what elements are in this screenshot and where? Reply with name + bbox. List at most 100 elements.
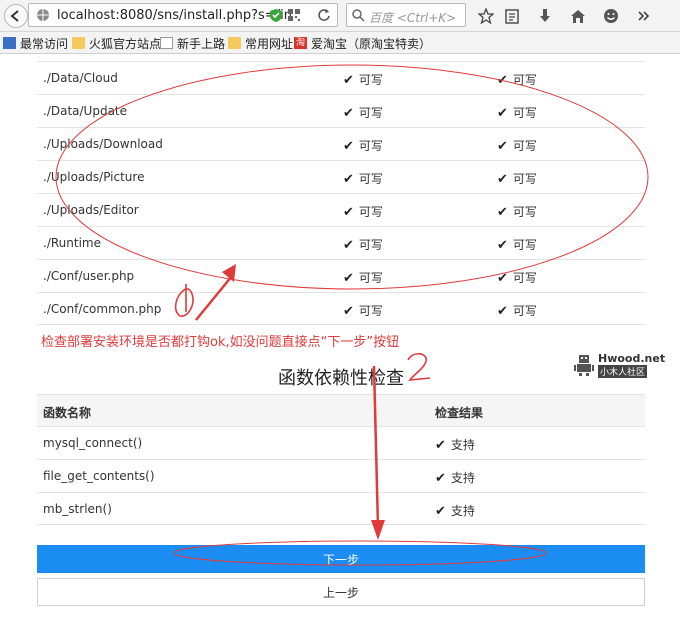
next-step-button[interactable]: 下一步 <box>37 545 645 573</box>
required-status: ✔ 可写 <box>497 106 537 121</box>
table-row: ./Data/Update ✔ 可写 ✔ 可写 <box>37 94 645 127</box>
smiley-icon <box>604 9 618 23</box>
bookmark-most-visited[interactable]: 最常访问 <box>3 35 68 51</box>
header-check-result: 检查结果 <box>435 406 484 420</box>
url-text: localhost:8080/sns/install.php?s=/in <box>57 8 292 23</box>
robot-icon <box>574 355 594 376</box>
check-result: ✔ 支持 <box>435 504 475 519</box>
check-icon: ✔ <box>343 238 354 253</box>
table-row: ./Data/Cloud ✔ 可写 ✔ 可写 <box>37 61 645 94</box>
dir-path: ./Uploads/Download <box>43 137 163 151</box>
current-status: ✔ 可写 <box>343 73 383 88</box>
required-status: ✔ 可写 <box>497 73 537 88</box>
function-name: mb_strlen() <box>43 502 112 516</box>
table-row: ./Runtime ✔ 可写 ✔ 可写 <box>37 226 645 259</box>
check-icon: ✔ <box>435 504 446 519</box>
bookmark-ai-taobao[interactable]: 淘 爱淘宝（原淘宝特卖） <box>294 35 431 51</box>
check-result: ✔ 支持 <box>435 471 475 486</box>
browser-toolbar: localhost:8080/sns/install.php?s=/in 百度 … <box>0 0 680 32</box>
bookmark-label: 新手上路 <box>177 36 226 51</box>
previous-step-button[interactable]: 上一步 <box>37 578 645 606</box>
required-status: ✔ 可写 <box>497 172 537 187</box>
dir-path: ./Uploads/Editor <box>43 203 139 217</box>
reading-list-button[interactable] <box>500 4 524 28</box>
bookmark-label: 火狐官方站点 <box>89 36 162 51</box>
table-row: ./Uploads/Download ✔ 可写 ✔ 可写 <box>37 127 645 160</box>
annotation-note: 检查部署安装环境是否都打钩ok,如没问题直接点“下一步”按钮 <box>41 335 400 350</box>
function-name: mysql_connect() <box>43 436 143 450</box>
table-row: ./Uploads/Picture ✔ 可写 ✔ 可写 <box>37 160 645 193</box>
check-icon: ✔ <box>343 139 354 154</box>
check-icon: ✔ <box>343 73 354 88</box>
required-status: ✔ 可写 <box>497 271 537 286</box>
page-icon <box>160 37 173 49</box>
back-button[interactable] <box>4 4 28 28</box>
download-arrow-icon <box>540 9 550 22</box>
check-icon: ✔ <box>343 271 354 286</box>
dir-path: ./Uploads/Picture <box>43 170 145 184</box>
taobao-icon: 淘 <box>294 37 307 49</box>
dir-path: ./Conf/user.php <box>43 269 135 283</box>
search-bar[interactable]: 百度 <Ctrl+K> <box>346 3 466 27</box>
dir-path: ./Data/Cloud <box>43 71 118 85</box>
bookmark-folder-icon <box>3 37 16 49</box>
check-icon: ✔ <box>343 106 354 121</box>
hwood-logo: Hwood.net 小木人社区 <box>574 352 665 378</box>
address-bar[interactable]: localhost:8080/sns/install.php?s=/in <box>28 3 338 27</box>
double-chevron-icon <box>638 11 650 21</box>
check-icon: ✔ <box>497 271 508 286</box>
bookmark-firefox-official[interactable]: 火狐官方站点 <box>72 35 161 51</box>
current-status: ✔ 可写 <box>343 205 383 220</box>
check-icon: ✔ <box>435 471 446 486</box>
table-row: mysql_connect() ✔ 支持 <box>37 426 645 459</box>
logo-sub: 小木人社区 <box>598 365 648 378</box>
annotation-marker-2 <box>407 352 431 381</box>
bookmark-label: 爱淘宝（原淘宝特卖） <box>311 36 432 51</box>
required-status: ✔ 可写 <box>497 205 537 220</box>
required-status: ✔ 可写 <box>497 238 537 253</box>
search-icon <box>352 9 365 22</box>
table-row: mb_strlen() ✔ 支持 <box>37 492 645 525</box>
bookmark-label: 常用网址 <box>245 36 294 51</box>
table-row: ./Conf/user.php ✔ 可写 ✔ 可写 <box>37 259 645 292</box>
qr-code-icon[interactable] <box>287 8 301 22</box>
required-status: ✔ 可写 <box>497 304 537 319</box>
check-icon: ✔ <box>343 205 354 220</box>
check-icon: ✔ <box>435 438 446 453</box>
table-row: file_get_contents() ✔ 支持 <box>37 459 645 492</box>
bookmark-getting-started[interactable]: 新手上路 <box>160 35 225 51</box>
check-icon: ✔ <box>497 238 508 253</box>
downloads-button[interactable] <box>533 4 557 28</box>
bookmark-star-button[interactable] <box>474 4 498 28</box>
current-status: ✔ 可写 <box>343 172 383 187</box>
check-icon: ✔ <box>497 139 508 154</box>
current-status: ✔ 可写 <box>343 106 383 121</box>
check-icon: ✔ <box>343 304 354 319</box>
current-status: ✔ 可写 <box>343 304 383 319</box>
folder-icon <box>72 37 85 49</box>
current-status: ✔ 可写 <box>343 271 383 286</box>
reload-icon[interactable] <box>317 8 331 22</box>
bookmarks-bar: 最常访问 火狐官方站点 新手上路 常用网址 淘 爱淘宝（原淘宝特卖） <box>0 32 680 54</box>
home-button[interactable] <box>566 4 590 28</box>
back-arrow-icon <box>10 10 19 22</box>
folder-icon <box>228 37 241 49</box>
dir-path: ./Data/Update <box>43 104 128 118</box>
check-icon: ✔ <box>497 172 508 187</box>
shield-icon[interactable] <box>269 8 283 23</box>
logo-brand: Hwood.net <box>598 352 666 365</box>
globe-icon <box>37 9 49 21</box>
check-icon: ✔ <box>497 106 508 121</box>
emoji-button[interactable] <box>599 4 623 28</box>
home-icon <box>571 9 585 23</box>
function-name: file_get_contents() <box>43 469 155 483</box>
table-header: 函数名称 检查结果 <box>37 394 645 426</box>
table-row: ./Conf/common.php ✔ 可写 ✔ 可写 <box>37 292 645 325</box>
check-icon: ✔ <box>497 304 508 319</box>
dir-path: ./Conf/common.php <box>43 302 162 316</box>
star-icon <box>478 8 494 24</box>
check-result: ✔ 支持 <box>435 438 475 453</box>
overflow-menu-button[interactable] <box>632 4 656 28</box>
header-function-name: 函数名称 <box>43 406 92 420</box>
bookmark-common-sites[interactable]: 常用网址 <box>228 35 293 51</box>
